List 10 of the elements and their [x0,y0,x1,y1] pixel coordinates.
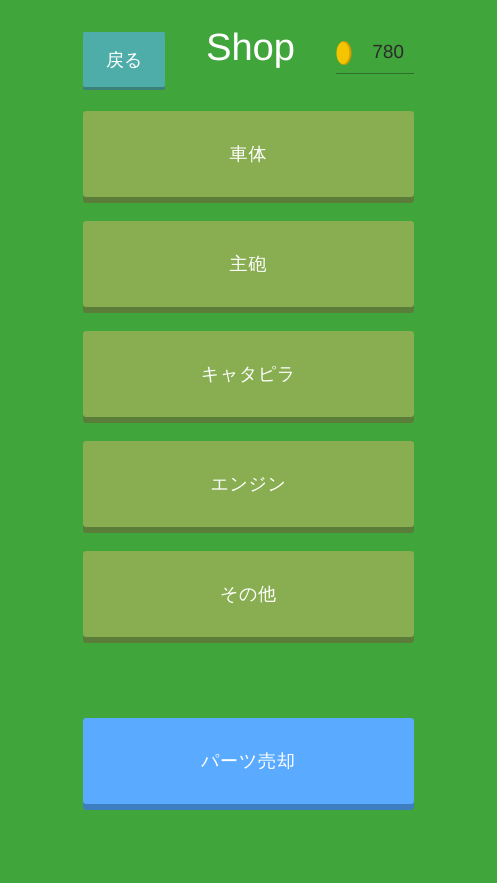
sell-parts-button[interactable]: パーツ売却 [83,718,414,804]
category-button[interactable]: その他 [83,551,414,637]
category-button[interactable]: キャタピラ [83,331,414,417]
coin-icon [336,40,352,66]
category-button[interactable]: 車体 [83,111,414,197]
category-button[interactable]: エンジン [83,441,414,527]
coin-amount: 780 [371,42,405,64]
page-title: Shop [206,26,295,71]
back-button[interactable]: 戻る [83,32,165,87]
category-button[interactable]: 主砲 [83,221,414,307]
